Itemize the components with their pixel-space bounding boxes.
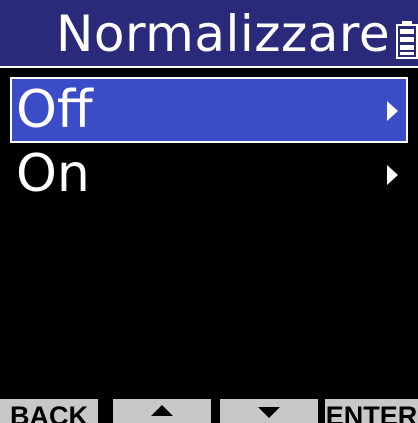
enter-button[interactable]: ENTER xyxy=(325,399,418,423)
down-button[interactable] xyxy=(220,399,318,423)
menu-item-on[interactable]: On xyxy=(10,143,408,209)
device-screen: Normalizzare Off On BACK ENTER xyxy=(0,0,418,423)
soft-key-bar: BACK ENTER xyxy=(0,399,418,423)
title-bar: Normalizzare xyxy=(0,0,418,68)
back-button[interactable]: BACK xyxy=(0,399,98,423)
down-arrow-icon xyxy=(258,407,280,418)
menu-item-label: Off xyxy=(16,80,93,140)
menu-item-label: On xyxy=(16,144,90,204)
up-arrow-icon xyxy=(151,405,173,416)
chevron-right-icon xyxy=(387,165,398,185)
chevron-right-icon xyxy=(387,101,398,121)
menu-item-off[interactable]: Off xyxy=(10,77,408,143)
up-button[interactable] xyxy=(113,399,211,423)
battery-icon xyxy=(396,21,418,59)
page-title: Normalizzare xyxy=(56,5,391,63)
